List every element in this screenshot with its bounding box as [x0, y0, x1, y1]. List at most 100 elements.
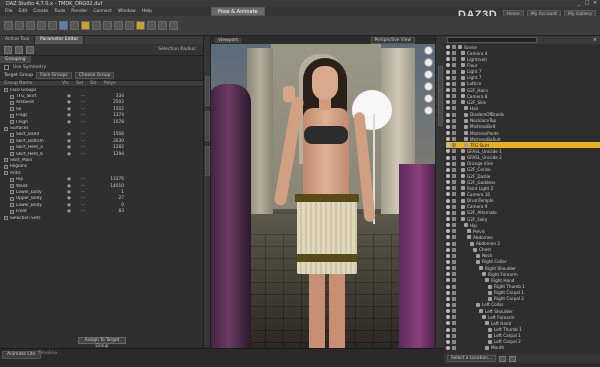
- open-icon[interactable]: [15, 21, 24, 30]
- scene-search-input[interactable]: [447, 37, 537, 43]
- visibility-icon[interactable]: ●: [62, 120, 76, 125]
- lock-icon[interactable]: [452, 63, 456, 68]
- eye-icon[interactable]: [446, 253, 450, 258]
- lock-icon[interactable]: [452, 143, 456, 148]
- expand-icon[interactable]: [10, 139, 14, 144]
- lock-icon[interactable]: [452, 149, 456, 154]
- selection-icon[interactable]: —: [76, 196, 90, 201]
- eye-icon[interactable]: [446, 259, 450, 264]
- eye-icon[interactable]: [446, 309, 450, 314]
- menu-file[interactable]: File: [2, 9, 16, 14]
- expand-icon[interactable]: [10, 145, 14, 150]
- lock-icon[interactable]: [452, 198, 456, 203]
- side-tab-surfaces[interactable]: [205, 76, 210, 106]
- eye-icon[interactable]: [446, 174, 450, 179]
- selection-icon[interactable]: —: [76, 203, 90, 208]
- lock-icon[interactable]: [452, 118, 456, 123]
- lock-icon[interactable]: [452, 81, 456, 86]
- lock-icon[interactable]: [452, 88, 456, 93]
- eye-icon[interactable]: [446, 192, 450, 197]
- orbit-icon[interactable]: [424, 46, 433, 55]
- expand-icon[interactable]: [4, 158, 8, 163]
- lock-icon[interactable]: [452, 339, 456, 344]
- menu-create[interactable]: Create: [30, 9, 51, 14]
- zoom-icon[interactable]: [424, 70, 433, 79]
- lock-icon[interactable]: [452, 167, 456, 172]
- visibility-icon[interactable]: ●: [62, 132, 76, 137]
- tab-active-tool[interactable]: Active Tool: [0, 36, 36, 44]
- eye-icon[interactable]: [446, 143, 450, 148]
- eye-icon[interactable]: [446, 241, 450, 246]
- eye-icon[interactable]: [446, 345, 450, 350]
- eye-icon[interactable]: [446, 327, 450, 332]
- col-vis[interactable]: Vis: [58, 81, 72, 86]
- eye-icon[interactable]: [446, 315, 450, 320]
- maximize-button[interactable]: □: [584, 0, 590, 6]
- eye-icon[interactable]: [446, 210, 450, 215]
- eye-icon[interactable]: [446, 88, 450, 93]
- selection-icon[interactable]: —: [76, 177, 90, 182]
- visibility-icon[interactable]: ●: [62, 177, 76, 182]
- visibility-icon[interactable]: ●: [62, 152, 76, 157]
- lock-icon[interactable]: [452, 75, 456, 80]
- eye-icon[interactable]: [446, 124, 450, 129]
- eye-icon[interactable]: [446, 290, 450, 295]
- eye-icon[interactable]: [446, 302, 450, 307]
- lock-icon[interactable]: [452, 155, 456, 160]
- lock-icon[interactable]: [452, 290, 456, 295]
- expand-icon[interactable]: [10, 94, 14, 99]
- scene-tree-row[interactable]: Mouth: [446, 345, 600, 351]
- eye-icon[interactable]: [446, 272, 450, 277]
- lock-icon[interactable]: [452, 69, 456, 74]
- expand-icon[interactable]: [10, 177, 14, 182]
- universal-tool-icon[interactable]: [70, 21, 79, 30]
- selection-icon[interactable]: —: [76, 120, 90, 125]
- eye-icon[interactable]: [446, 321, 450, 326]
- perspective-view-dropdown[interactable]: Perspective View: [370, 36, 415, 44]
- side-tab-posing[interactable]: [205, 146, 210, 176]
- lock-icon[interactable]: [452, 278, 456, 283]
- lock-icon[interactable]: [452, 106, 456, 111]
- eye-icon[interactable]: [446, 223, 450, 228]
- eye-icon[interactable]: [446, 278, 450, 283]
- lock-icon[interactable]: [452, 161, 456, 166]
- lock-icon[interactable]: [452, 315, 456, 320]
- lock-icon[interactable]: [452, 321, 456, 326]
- translate-tool-icon[interactable]: [103, 21, 112, 30]
- lock-icon[interactable]: [452, 309, 456, 314]
- eye-icon[interactable]: [446, 131, 450, 136]
- col-group-name[interactable]: Group Name: [0, 81, 58, 86]
- eye-icon[interactable]: [446, 137, 450, 142]
- visibility-icon[interactable]: ●: [62, 139, 76, 144]
- pan-icon[interactable]: [424, 58, 433, 67]
- menu-window[interactable]: Window: [115, 9, 139, 14]
- eye-icon[interactable]: [446, 106, 450, 111]
- lock-icon[interactable]: [452, 186, 456, 191]
- symmetry-checkbox[interactable]: [4, 64, 9, 70]
- select-mode-icon[interactable]: [4, 45, 12, 54]
- eye-icon[interactable]: [446, 284, 450, 289]
- frame-icon[interactable]: [424, 94, 433, 103]
- lock-icon[interactable]: [452, 217, 456, 221]
- close-button[interactable]: ×: [592, 0, 598, 6]
- eye-icon[interactable]: [446, 198, 450, 203]
- side-tab-scene[interactable]: [438, 66, 443, 126]
- lock-icon[interactable]: [452, 345, 456, 350]
- visibility-icon[interactable]: ●: [62, 107, 76, 112]
- expand-icon[interactable]: [10, 132, 14, 137]
- reset-view-icon[interactable]: [424, 106, 433, 115]
- select-tool-icon[interactable]: [59, 21, 68, 30]
- visibility-icon[interactable]: ●: [62, 184, 76, 189]
- eye-icon[interactable]: [446, 45, 450, 50]
- new-scene-icon[interactable]: [4, 21, 13, 30]
- lock-icon[interactable]: [452, 247, 456, 252]
- eye-icon[interactable]: [446, 247, 450, 252]
- visibility-icon[interactable]: ●: [62, 196, 76, 201]
- expand-icon[interactable]: [10, 190, 14, 195]
- selection-icon[interactable]: —: [76, 209, 90, 214]
- render-icon[interactable]: [125, 21, 134, 30]
- selection-icon[interactable]: —: [76, 100, 90, 105]
- save-icon[interactable]: [26, 21, 35, 30]
- eye-icon[interactable]: [446, 51, 450, 56]
- lock-icon[interactable]: [452, 284, 456, 289]
